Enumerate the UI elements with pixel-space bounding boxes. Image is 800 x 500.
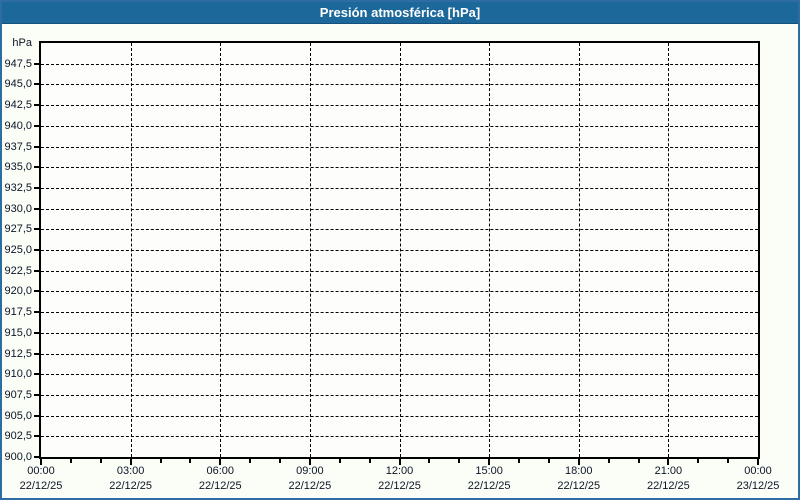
y-axis-label: 932,5 [4, 181, 32, 194]
y-axis-label: 947,5 [4, 57, 32, 70]
y-axis-label: 910,0 [4, 368, 32, 381]
y-tick [34, 311, 39, 314]
x-axis-time-label: 03:00 [116, 465, 145, 477]
x-minor-tick [518, 459, 520, 463]
v-gridline [578, 43, 580, 457]
x-major-tick [40, 459, 42, 465]
x-axis-date-label: 23/12/25 [736, 480, 780, 492]
v-gridline [489, 43, 491, 457]
x-axis-time-label: 00:00 [27, 465, 55, 477]
x-minor-tick [338, 459, 341, 463]
x-axis-time-label: 00:00 [744, 465, 772, 477]
y-axis-label: 937,5 [4, 140, 32, 153]
x-axis-time-label: 15:00 [475, 465, 503, 477]
x-minor-tick [727, 459, 730, 463]
y-axis-label: 900,0 [4, 451, 32, 463]
x-minor-tick [547, 459, 550, 463]
x-major-tick [488, 459, 491, 465]
y-tick [34, 290, 39, 293]
y-axis-label: 927,5 [4, 223, 32, 236]
x-axis-date-label: 22/12/25 [19, 480, 63, 492]
x-minor-tick [249, 459, 252, 463]
x-major-tick [308, 459, 311, 465]
x-axis-date-label: 22/12/25 [109, 480, 153, 492]
y-axis-label: 912,5 [4, 347, 32, 360]
y-tick [34, 186, 39, 189]
x-major-tick [398, 459, 401, 465]
y-tick [34, 228, 39, 231]
y-axis-unit-label: hPa [12, 37, 32, 49]
chart-window: Presión atmosférica [hPa] hPa 947,5 945,0… [0, 0, 800, 500]
y-tick [34, 62, 39, 65]
x-minor-tick [428, 459, 431, 463]
y-tick [34, 331, 39, 334]
x-major-tick [757, 459, 759, 465]
y-tick [34, 104, 39, 107]
x-axis-time-label: 12:00 [385, 465, 414, 477]
y-axis-label: 930,0 [4, 202, 32, 215]
x-axis-date-label: 22/12/25 [467, 480, 511, 492]
x-minor-tick [458, 459, 461, 463]
y-axis-label: 942,5 [4, 99, 32, 112]
x-minor-tick [189, 459, 192, 463]
y-tick [34, 145, 39, 148]
x-axis-time-label: 18:00 [564, 465, 593, 477]
x-major-tick [667, 459, 670, 465]
v-gridline [668, 43, 670, 457]
y-axis-label: 940,0 [4, 119, 32, 132]
plot-area: hPa 947,5 945,0 942,5 940,0 937,5 935,0 932,5 9… [4, 37, 779, 492]
x-axis-date-label: 22/12/25 [557, 480, 601, 492]
x-major-tick [129, 459, 132, 465]
x-minor-tick [607, 459, 610, 463]
y-axis-label: 945,0 [4, 78, 32, 91]
x-minor-tick [99, 459, 102, 463]
v-gridline [309, 43, 311, 457]
y-axis-label: 917,5 [4, 306, 32, 319]
y-tick [34, 373, 39, 376]
x-minor-tick [159, 459, 162, 463]
x-minor-tick [279, 459, 281, 463]
v-gridline [399, 43, 401, 457]
y-tick [34, 435, 39, 438]
x-minor-tick [69, 459, 72, 463]
y-axis-label: 920,0 [4, 285, 32, 298]
x-axis-date-label: 22/12/25 [198, 480, 242, 492]
y-tick [34, 269, 39, 272]
y-axis-label: 905,0 [4, 409, 32, 422]
y-tick [34, 83, 39, 86]
x-axis-date-label: 22/12/25 [378, 480, 421, 492]
x-minor-tick [368, 459, 371, 463]
x-major-tick [577, 459, 580, 465]
y-axis-label: 907,5 [4, 388, 32, 401]
y-axis-label: 925,0 [4, 244, 32, 256]
y-tick [34, 166, 39, 169]
y-tick [34, 414, 39, 417]
x-axis-time-label: 06:00 [206, 465, 235, 477]
y-tick [34, 207, 39, 210]
y-tick [34, 249, 39, 251]
x-minor-tick [697, 459, 700, 463]
y-tick [34, 352, 39, 355]
x-axis-time-label: 09:00 [296, 465, 324, 477]
x-minor-tick [637, 459, 640, 463]
v-gridline [130, 43, 132, 457]
y-tick [34, 124, 39, 127]
x-major-tick [219, 459, 222, 465]
y-tick [34, 456, 39, 458]
y-axis-label: 915,0 [4, 326, 32, 339]
chart-title: Presión atmosférica [hPa] [319, 5, 481, 20]
y-axis-label: 935,0 [4, 161, 32, 174]
y-tick [34, 393, 39, 396]
y-axis-label: 922,5 [4, 264, 32, 277]
chart-title-bar: Presión atmosférica [hPa] [2, 2, 798, 24]
y-axis-label: 902,5 [4, 430, 32, 443]
x-axis-date-label: 22/12/25 [646, 480, 690, 492]
v-gridline [220, 43, 222, 457]
x-axis-date-label: 22/12/25 [288, 480, 332, 492]
x-axis-time-label: 21:00 [654, 465, 683, 477]
